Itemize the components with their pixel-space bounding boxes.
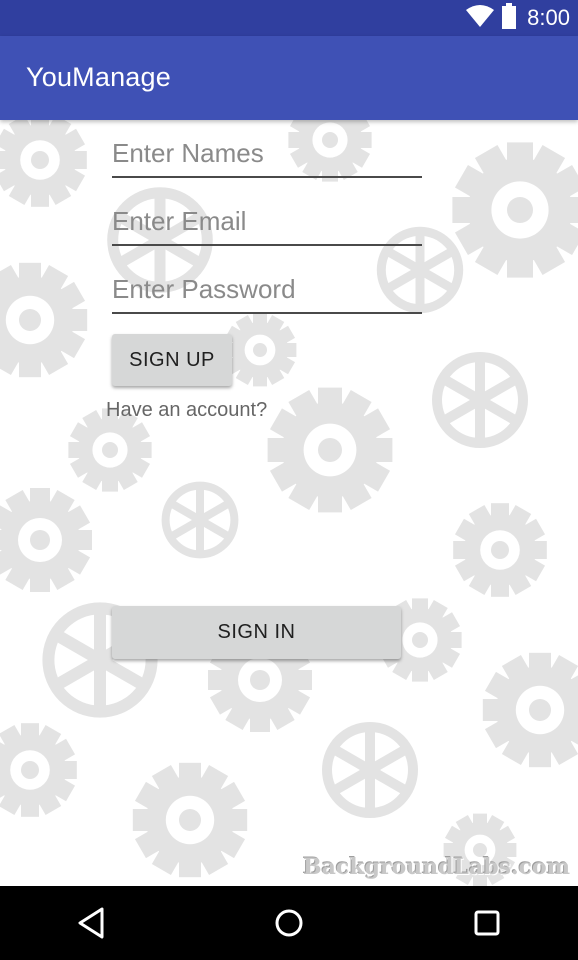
main-content: SIGN UP Have an account? SIGN IN Backgro…	[0, 120, 578, 886]
back-icon[interactable]	[72, 903, 112, 943]
app-screen: 8:00 YouManage Enter Names Enter Email S…	[0, 0, 578, 960]
recents-icon[interactable]	[467, 903, 507, 943]
password-field	[112, 268, 422, 314]
app-title: YouManage	[26, 62, 171, 92]
email-input[interactable]	[112, 200, 422, 242]
status-time: 8:00	[527, 5, 570, 30]
app-bar: YouManage	[0, 36, 578, 120]
names-input[interactable]	[112, 132, 422, 174]
sign-in-button[interactable]: SIGN IN	[112, 606, 401, 659]
email-field	[112, 200, 422, 246]
status-icons: 8:00	[465, 2, 570, 34]
navigation-bar	[0, 886, 578, 960]
wifi-icon	[465, 4, 495, 33]
sign-up-button[interactable]: SIGN UP	[112, 334, 232, 386]
names-field	[112, 132, 422, 178]
have-account-label: Have an account?	[106, 399, 268, 421]
password-input[interactable]	[112, 268, 422, 310]
background-watermark: BackgroundLabs.com	[302, 854, 570, 880]
home-icon[interactable]	[269, 903, 309, 943]
battery-icon	[501, 2, 517, 34]
status-bar: 8:00	[0, 0, 578, 36]
